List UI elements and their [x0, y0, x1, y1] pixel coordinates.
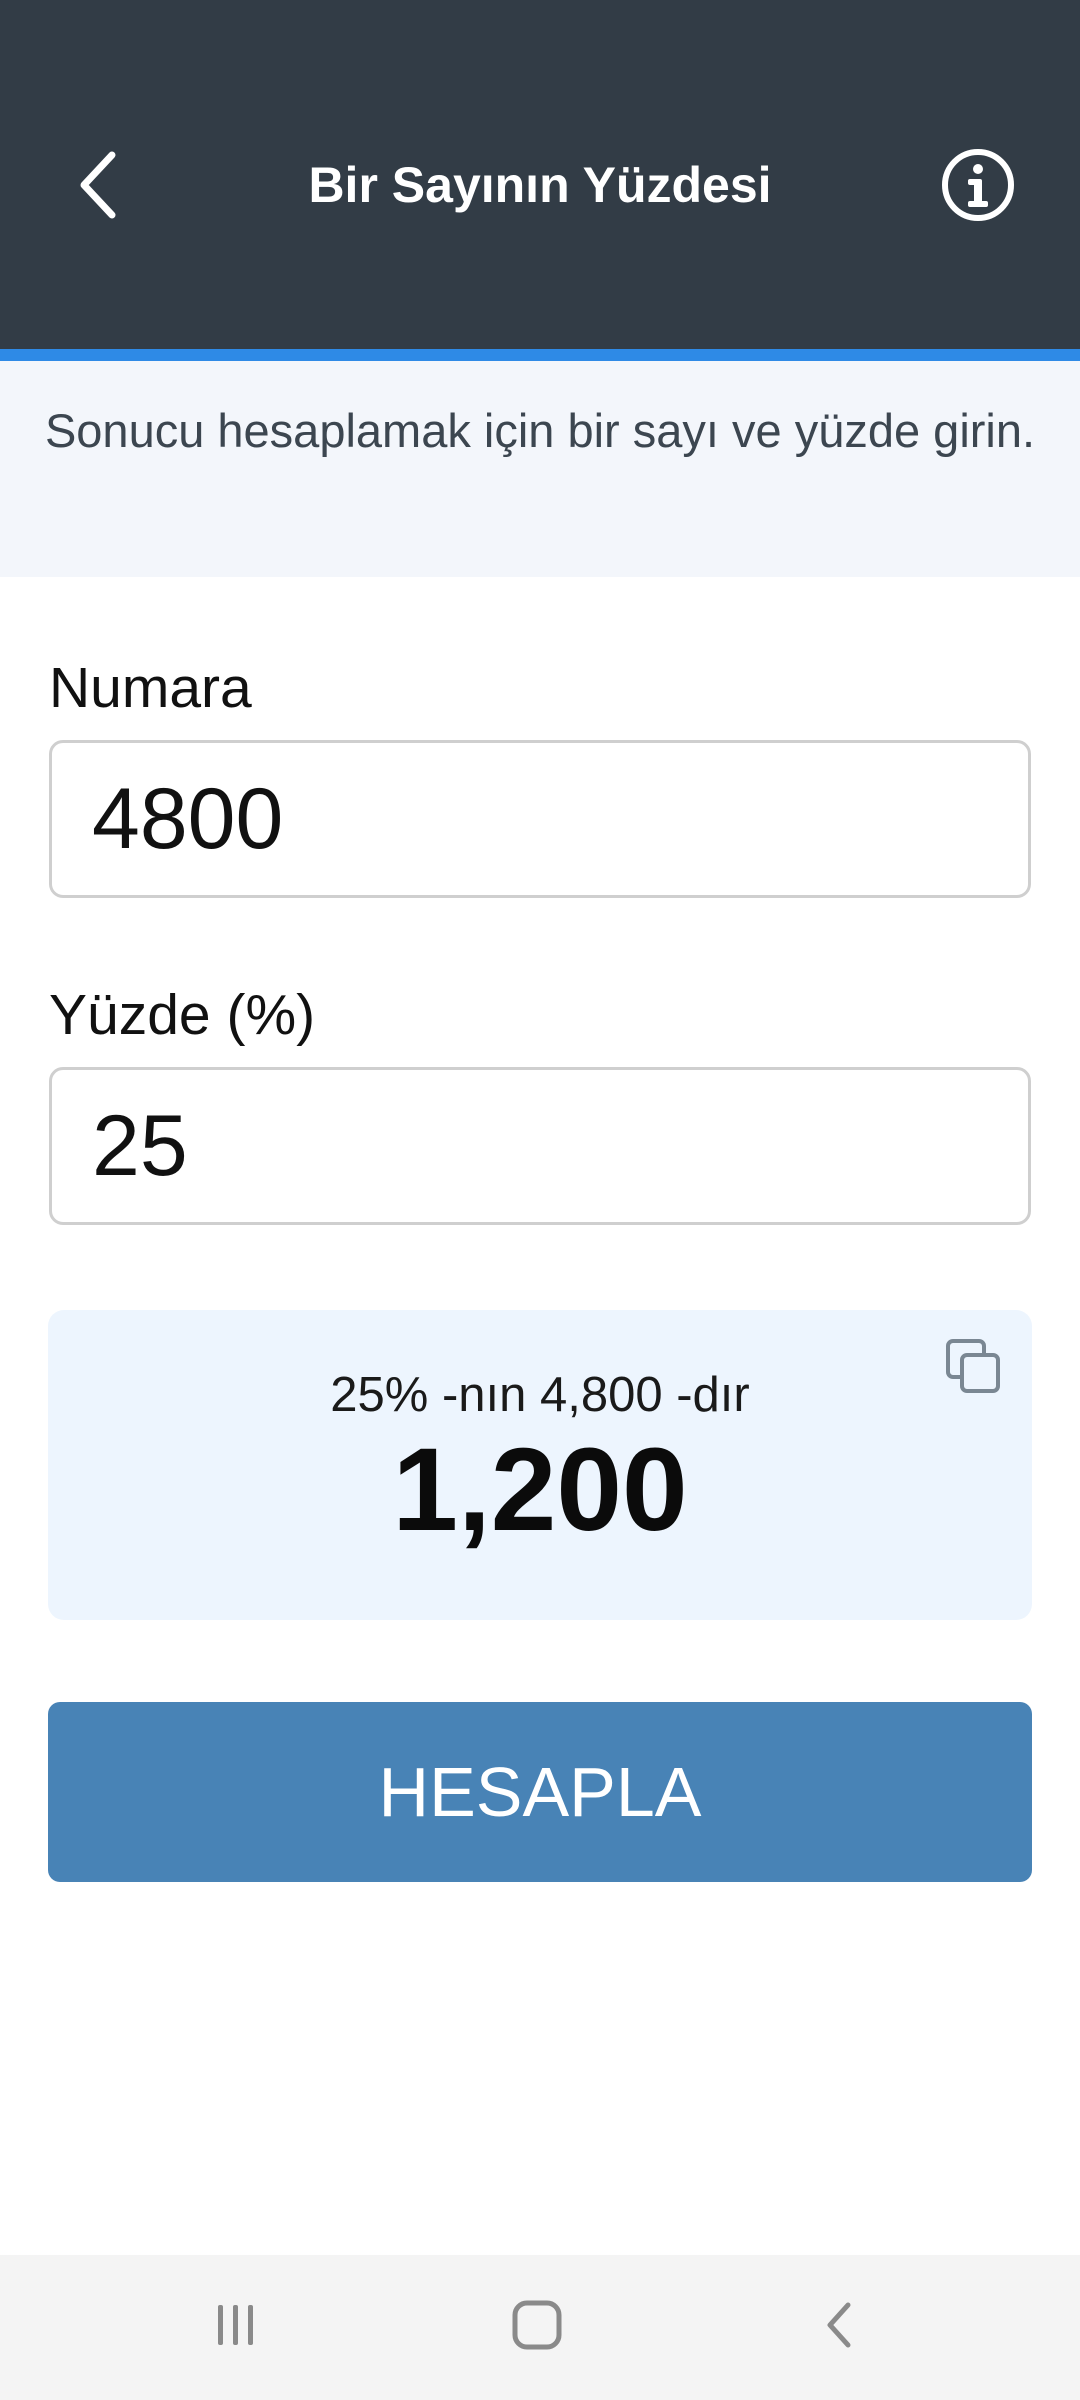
page-title: Bir Sayının Yüzdesi: [308, 157, 772, 213]
copy-button[interactable]: [942, 1335, 1006, 1399]
home-icon: [512, 2300, 562, 2350]
system-back-button[interactable]: [790, 2290, 890, 2360]
calculate-button[interactable]: HESAPLA: [48, 1702, 1032, 1882]
instruction-banner: [0, 361, 1080, 577]
result-value: 1,200: [392, 1424, 688, 1556]
number-input-value: 4800: [92, 770, 284, 867]
number-label: Numara: [49, 656, 252, 720]
back-icon: [827, 2302, 851, 2348]
back-button[interactable]: [60, 130, 140, 240]
percent-label: Yüzde (%): [49, 983, 316, 1047]
info-circle-icon: [942, 149, 1014, 221]
result-sentence: 25% -nın 4,800 -dır: [330, 1368, 750, 1422]
home-button[interactable]: [487, 2290, 587, 2360]
info-button[interactable]: [926, 130, 1030, 240]
chevron-left-icon: [80, 151, 116, 219]
copy-icon: [946, 1339, 1000, 1393]
app-bar-accent-line: [0, 349, 1080, 361]
recents-button[interactable]: [185, 2290, 285, 2360]
percent-input-value: 25: [92, 1097, 188, 1194]
instruction-text: Sonucu hesaplamak için bir sayı ve yüzde…: [44, 404, 1036, 457]
percent-input[interactable]: 25: [49, 1067, 1031, 1225]
recents-icon: [218, 2305, 253, 2345]
number-input[interactable]: 4800: [49, 740, 1031, 898]
